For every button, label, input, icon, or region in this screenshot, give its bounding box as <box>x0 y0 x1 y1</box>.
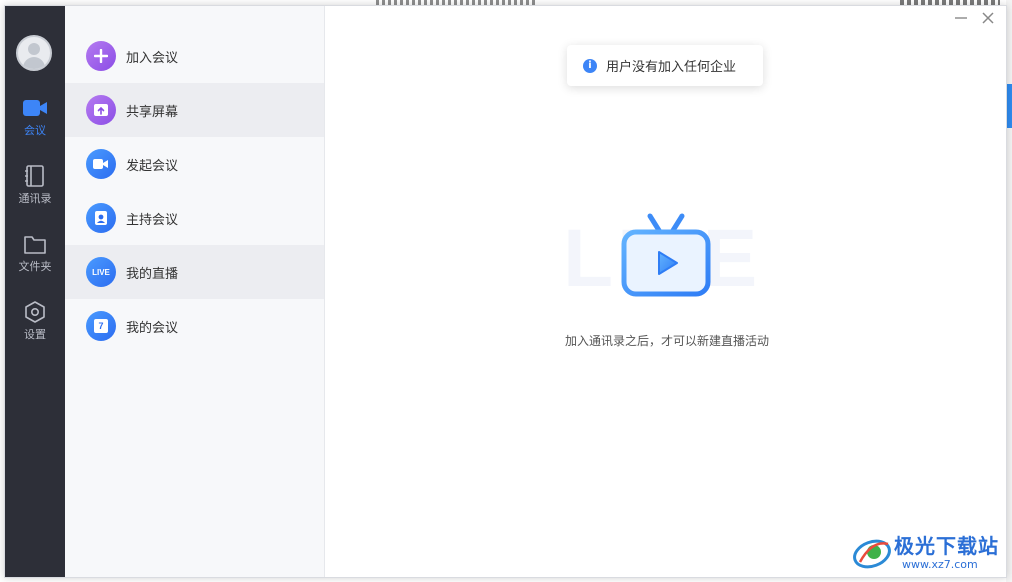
watermark-title: 极光下载站 <box>894 534 999 558</box>
menu-item-label: 我的会议 <box>126 320 179 336</box>
avatar-body <box>23 57 45 69</box>
main-content: i 用户没有加入任何企业 LIVE 加入通讯录之后，才可以新建直播活动 <box>325 6 1006 577</box>
rail-item-label: 设置 <box>24 328 46 341</box>
rail-item-folder[interactable]: 文件夹 <box>5 232 65 284</box>
menu-item-my-meetings[interactable]: 7 我的会议 <box>65 299 324 353</box>
close-icon[interactable] <box>978 8 998 28</box>
settings-hexagon-icon <box>25 301 45 323</box>
site-watermark: 极光下载站 www.xz7.com <box>850 528 1010 576</box>
menu-item-label: 加入会议 <box>126 50 179 66</box>
menu-item-my-live[interactable]: LIVE 我的直播 <box>65 245 324 299</box>
avatar-head <box>28 43 40 55</box>
rail-item-label: 通讯录 <box>18 192 52 205</box>
meeting-menu: 加入会议 共享屏幕 发起会议 主持会议 LIVE 我的直播 7 我的会议 <box>65 6 325 577</box>
rail-item-settings[interactable]: 设置 <box>5 300 65 352</box>
calendar-icon-text: 7 <box>98 321 104 331</box>
rail-item-label: 会议 <box>24 124 46 137</box>
video-camera-icon <box>23 100 47 116</box>
plus-icon <box>86 41 116 71</box>
calendar-icon: 7 <box>86 311 116 341</box>
menu-item-label: 我的直播 <box>126 266 179 282</box>
toast-message: 用户没有加入任何企业 <box>606 60 737 75</box>
menu-item-label: 共享屏幕 <box>126 104 179 120</box>
calendar-icon-page: 7 <box>94 319 108 333</box>
live-icon: LIVE <box>86 257 116 287</box>
avatar[interactable] <box>16 35 52 71</box>
info-icon: i <box>583 58 597 73</box>
app-window: 会议 通讯录 文件夹 设置 加入会议 共享屏幕 发起会议 主持会议 LIVE 我… <box>4 5 1007 578</box>
host-icon <box>86 203 116 233</box>
menu-item-share-screen[interactable]: 共享屏幕 <box>65 83 324 137</box>
folder-icon <box>24 236 46 254</box>
watermark-logo-icon <box>853 539 891 569</box>
video-icon <box>86 149 116 179</box>
menu-item-label: 发起会议 <box>126 158 179 174</box>
toast-notification: i 用户没有加入任何企业 <box>567 45 763 86</box>
rail-item-meeting[interactable]: 会议 <box>5 96 65 148</box>
rail-item-label: 文件夹 <box>18 260 52 273</box>
share-screen-icon <box>86 95 116 125</box>
rail-item-contacts[interactable]: 通讯录 <box>5 164 65 216</box>
watermark-url: www.xz7.com <box>902 558 978 571</box>
empty-state-hint: 加入通讯录之后，才可以新建直播活动 <box>564 334 769 348</box>
live-icon-text: LIVE <box>92 267 110 277</box>
tv-illustration-icon <box>621 213 711 297</box>
address-book-icon <box>25 165 44 187</box>
nav-rail: 会议 通讯录 文件夹 设置 <box>5 6 65 577</box>
menu-item-join-meeting[interactable]: 加入会议 <box>65 29 324 83</box>
minimize-icon[interactable] <box>951 8 971 28</box>
menu-item-start-meeting[interactable]: 发起会议 <box>65 137 324 191</box>
menu-item-host-meeting[interactable]: 主持会议 <box>65 191 324 245</box>
menu-item-label: 主持会议 <box>126 212 179 228</box>
